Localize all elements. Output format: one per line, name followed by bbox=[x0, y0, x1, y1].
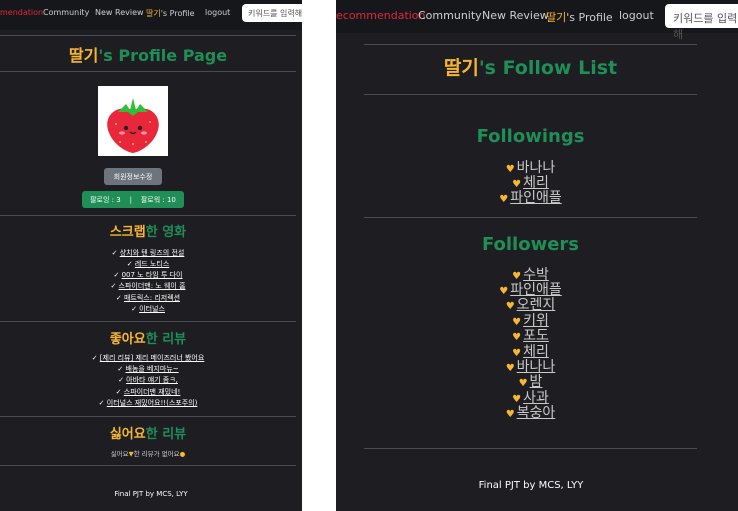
nav-profile-link[interactable]: 딸기's Profile bbox=[546, 9, 613, 25]
page-title: 딸기's Profile Page bbox=[0, 42, 296, 66]
liked-review-link[interactable]: 배놈을 베지마뉴~ bbox=[125, 365, 178, 373]
smile-emoji-icon: ● bbox=[179, 450, 186, 458]
liked-review-item[interactable]: ✓ 배놈을 베지마뉴~ bbox=[0, 364, 296, 374]
divider bbox=[0, 321, 296, 322]
liked-review-item[interactable]: ✓ 스파이더맨 재밌네! bbox=[0, 387, 296, 397]
nav-profile-suffix: 's Profile bbox=[160, 9, 195, 18]
divider bbox=[0, 416, 296, 417]
scrap-item[interactable]: ✓ 매트릭스: 리저렉션 bbox=[0, 293, 296, 303]
footer-text: Final PJT by MCS, LYY bbox=[478, 480, 584, 491]
scrap-item[interactable]: ✓ 이터널스 bbox=[0, 304, 296, 314]
liked-title-a: 좋아요 bbox=[109, 332, 146, 347]
page-title: 딸기's Follow List bbox=[364, 53, 697, 80]
nav-community-link[interactable]: Community bbox=[43, 8, 89, 17]
scrap-item[interactable]: ✓ 스파이더맨: 노 웨이 홈 bbox=[0, 281, 296, 291]
disliked-title-a: 싫어요 bbox=[109, 427, 146, 442]
liked-review-item[interactable]: ✓ 아바타 얘기 좀ㅋ, bbox=[0, 375, 296, 385]
divider bbox=[364, 94, 697, 95]
scrap-item-link[interactable]: 이터널스 bbox=[139, 305, 165, 313]
disliked-reviews-title: 싫어요한 리뷰 bbox=[0, 423, 296, 442]
navbar: ecommendation Community New Review 딸기's … bbox=[336, 0, 738, 41]
disliked-title-b: 한 리뷰 bbox=[145, 427, 187, 442]
scrap-item[interactable]: ✓ 샹치와 텐 링즈의 전설 bbox=[0, 248, 296, 258]
followings-title: Followings bbox=[476, 126, 585, 147]
nav-recommendation-link[interactable]: ecommendation bbox=[336, 9, 426, 22]
followings-list: ♥ 바나나 ♥ 체리 ♥ 파인애플 bbox=[364, 157, 697, 207]
scrap-title-b: 한 영화 bbox=[145, 225, 187, 240]
divider bbox=[0, 35, 296, 36]
divider bbox=[364, 217, 697, 218]
scrap-item-link[interactable]: 샹치와 텐 링즈의 전설 bbox=[120, 249, 185, 257]
empty-text-a: 싫어요 bbox=[110, 450, 129, 458]
followers-list: ♥ 수박 ♥ 파인애플 ♥ 오렌지 ♥ 키위 ♥ 포도 ♥ 체리 ♥ 바나나 ♥ 밤 ♥ 사과 ♥… bbox=[364, 264, 697, 424]
nav-logout-link[interactable]: logout bbox=[205, 8, 230, 17]
heart-icon: ♥ bbox=[505, 409, 515, 420]
liked-review-item[interactable]: ✓ 이터널스 재밌어요!!(스포주의) bbox=[0, 398, 296, 408]
divider bbox=[0, 465, 296, 466]
footer-text: Final PJT by MCS, LYY bbox=[114, 490, 188, 498]
scrap-item-link[interactable]: 레드 노티스 bbox=[135, 260, 169, 268]
page-title-suffix: 's Profile Page bbox=[98, 46, 228, 65]
heart-icon: ♥ bbox=[499, 194, 509, 205]
divider bbox=[364, 448, 697, 449]
nav-profile-name: 딸기 bbox=[146, 9, 161, 18]
liked-reviews-title: 좋아요한 리뷰 bbox=[0, 328, 296, 347]
page-title-suffix: 's Follow List bbox=[478, 57, 618, 79]
scrap-title-a: 스크랩 bbox=[109, 225, 146, 240]
follow-count-badge[interactable]: 팔로잉 : 3 | 팔로워 : 10 bbox=[82, 191, 184, 208]
scrap-item-link[interactable]: 007 노 타임 투 다이 bbox=[122, 271, 183, 279]
search-input[interactable]: 키워드를 입력해 bbox=[665, 4, 738, 41]
following-name[interactable]: 파인애플 bbox=[510, 190, 562, 206]
divider bbox=[0, 215, 296, 216]
nav-new-review-link[interactable]: New Review bbox=[482, 9, 549, 22]
follow-list-window: ecommendation Community New Review 딸기's … bbox=[336, 0, 738, 511]
followers-title: Followers bbox=[481, 234, 580, 255]
search-input[interactable]: 키워드를 입력해 bbox=[242, 4, 302, 22]
edit-profile-button[interactable]: 회원정보수정 bbox=[104, 168, 162, 185]
scrap-section-title: 스크랩한 영화 bbox=[0, 221, 296, 240]
liked-title-b: 한 리뷰 bbox=[145, 332, 187, 347]
nav-profile-name: 딸기 bbox=[546, 11, 567, 24]
liked-review-link[interactable]: 아바타 얘기 좀ㅋ, bbox=[126, 376, 178, 384]
profile-page-window: mendation Community New Review 딸기's Prof… bbox=[0, 0, 302, 511]
follower-item[interactable]: ♥ 복숭아 bbox=[364, 402, 697, 422]
liked-review-link[interactable]: 스파이더맨 재밌네! bbox=[124, 388, 181, 396]
divider bbox=[0, 71, 296, 72]
scrap-item-link[interactable]: 매트릭스: 리저렉션 bbox=[124, 294, 180, 302]
nav-profile-suffix: 's Profile bbox=[566, 11, 613, 24]
divider bbox=[364, 44, 697, 45]
scrap-item-link[interactable]: 스파이더맨: 노 웨이 홈 bbox=[119, 282, 186, 290]
scrap-item[interactable]: ✓ 007 노 타임 투 다이 bbox=[0, 270, 296, 280]
navbar: mendation Community New Review 딸기's Prof… bbox=[0, 0, 302, 30]
liked-review-link[interactable]: 이터널스 재밌어요!!(스포주의) bbox=[107, 399, 198, 407]
follower-name[interactable]: 복숭아 bbox=[517, 405, 556, 421]
following-item[interactable]: ♥ 파인애플 bbox=[364, 187, 697, 207]
liked-review-link[interactable]: [제리 리뷰] 제리 메이즈러너 봤어요 bbox=[100, 354, 205, 362]
nav-new-review-link[interactable]: New Review bbox=[95, 8, 144, 17]
nav-logout-link[interactable]: logout bbox=[619, 9, 654, 22]
page-title-name: 딸기 bbox=[443, 57, 479, 79]
scrap-item[interactable]: ✓ 레드 노티스 bbox=[0, 259, 296, 269]
empty-text-b: 한 리뷰가 없어요 bbox=[133, 450, 180, 458]
disliked-empty-message: 싫어요▼한 리뷰가 없어요● bbox=[0, 448, 296, 458]
nav-community-link[interactable]: Community bbox=[418, 9, 482, 22]
strawberry-avatar-icon bbox=[107, 98, 159, 153]
liked-review-item[interactable]: ✓ [제리 리뷰] 제리 메이즈러너 봤어요 bbox=[0, 353, 296, 363]
avatar bbox=[98, 86, 168, 156]
nav-profile-link[interactable]: 딸기's Profile bbox=[146, 8, 195, 19]
nav-recommendation-link[interactable]: mendation bbox=[0, 8, 43, 17]
page-title-name: 딸기 bbox=[68, 46, 99, 65]
